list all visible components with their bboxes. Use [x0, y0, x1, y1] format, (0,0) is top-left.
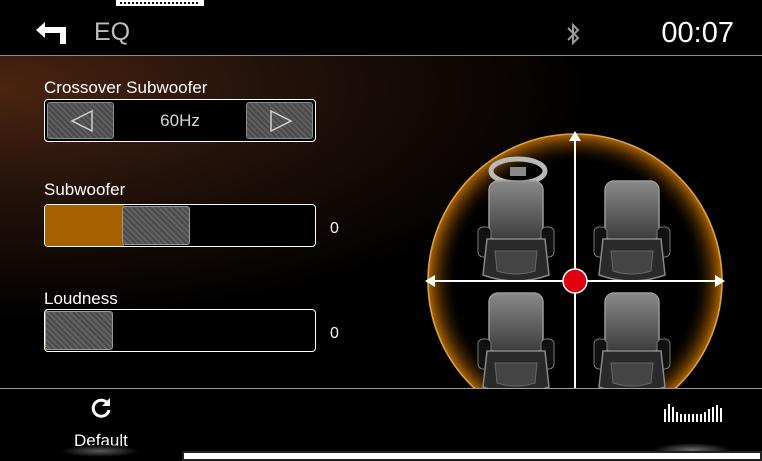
loudness-slider-thumb[interactable]: [45, 311, 113, 350]
crossover-label: Crossover Subwoofer: [44, 78, 208, 97]
car-seat-icon: [593, 292, 671, 394]
overlay-panel-edge: [182, 451, 762, 461]
eq-panel: Crossover Subwoofer 60Hz Subwoofer 0 Lou…: [0, 56, 762, 429]
subwoofer-label: Subwoofer: [44, 180, 126, 199]
crossover-selector: 60Hz: [44, 99, 316, 142]
subwoofer-value: 0: [330, 220, 339, 237]
refresh-icon[interactable]: [90, 397, 112, 424]
footer-bar: Default: [0, 388, 762, 461]
arrow-right-icon: [270, 110, 293, 132]
balance-position-dot[interactable]: [562, 268, 588, 294]
loudness-label: Loudness: [44, 289, 118, 308]
subwoofer-fill: [45, 205, 124, 246]
clock: 00:07: [661, 17, 734, 49]
car-seat-icon: [477, 292, 555, 394]
top-edge-strip: [0, 0, 762, 8]
equalizer-icon[interactable]: [664, 404, 726, 427]
notification-fragment: [116, 0, 204, 6]
subwoofer-slider[interactable]: [44, 204, 316, 247]
loudness-slider[interactable]: [44, 309, 316, 352]
bluetooth-icon: [565, 22, 581, 51]
default-glow: [60, 445, 140, 457]
crossover-increase-button[interactable]: [246, 102, 313, 139]
loudness-value: 0: [330, 325, 339, 342]
page-title: EQ: [94, 18, 131, 46]
car-seat-icon: [477, 180, 555, 282]
car-seat-icon: [593, 180, 671, 282]
subwoofer-slider-thumb[interactable]: [122, 206, 190, 245]
back-arrow-icon[interactable]: [34, 22, 70, 49]
header-bar: EQ 00:07: [0, 8, 762, 56]
